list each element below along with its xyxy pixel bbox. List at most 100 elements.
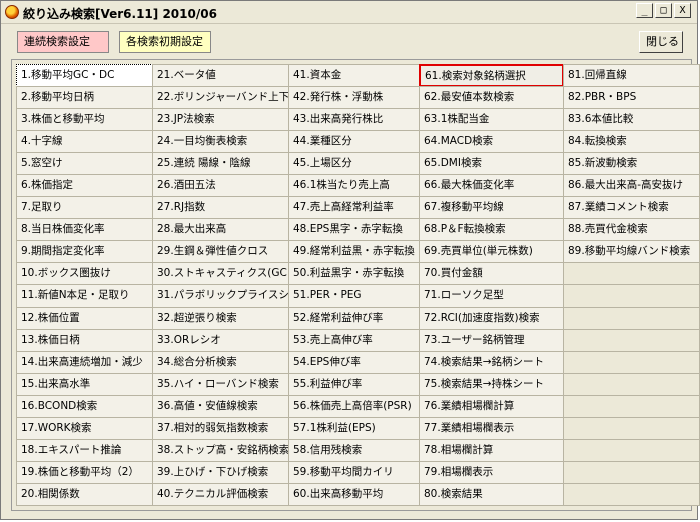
search-option[interactable]: 29.生鋼＆弾性値クロス [152,240,289,264]
search-option[interactable]: 70.買付金額 [419,262,564,286]
search-option[interactable]: 38.ストップ高・安銘柄検索 [152,438,289,462]
search-option[interactable]: 34.総合分析検索 [152,350,289,374]
search-option[interactable]: 79.相場欄表示 [419,460,564,484]
search-option[interactable]: 65.DMI検索 [419,152,564,176]
search-option[interactable]: 49.経常利益黒・赤字転換 [288,240,420,264]
search-option[interactable]: 58.信用残検索 [288,438,420,462]
search-option[interactable]: 64.MACD検索 [419,130,564,154]
search-option[interactable]: 88.売買代金検索 [563,218,700,242]
search-option[interactable]: 86.最大出来高-高安抜け [563,174,700,198]
search-option[interactable]: 85.新波動検索 [563,152,700,176]
window-title: 絞り込み検索[Ver6.11] 2010/06 [23,7,217,21]
search-option[interactable]: 52.経常利益伸び率 [288,306,420,330]
search-option[interactable]: 69.売買単位(単元株数) [419,240,564,264]
search-option[interactable]: 82.PBR・BPS [563,86,700,110]
search-option[interactable]: 89.移動平均線バンド検索 [563,240,700,264]
search-option[interactable]: 73.ユーザー銘柄管理 [419,328,564,352]
search-option[interactable]: 74.検索結果→銘柄シート [419,350,564,374]
search-option[interactable]: 77.業績相場欄表示 [419,416,564,440]
search-option[interactable]: 23.JP法検索 [152,108,289,132]
search-option[interactable]: 5.窓空け [16,152,153,176]
search-option[interactable]: 37.相対的弱気指数検索 [152,416,289,440]
search-option[interactable]: 48.EPS黒字・赤字転換 [288,218,420,242]
search-option[interactable]: 10.ボックス圏抜け [16,262,153,286]
search-option-selected[interactable]: 1.移動平均GC・DC [16,64,153,88]
search-option[interactable]: 66.最大株価変化率 [419,174,564,198]
search-option[interactable]: 25.連続 陽線・陰線 [152,152,289,176]
search-option[interactable]: 7.足取り [16,196,153,220]
search-option[interactable]: 12.株価位置 [16,306,153,330]
search-option-highlighted[interactable]: 61.検索対象銘柄選択 [419,64,564,88]
search-menu-panel: 1.移動平均GC・DC 2.移動平均日柄 3.株価と移動平均 4.十字線 5.窓空け 6.… [11,59,700,511]
search-option[interactable]: 24.一目均衡表検索 [152,130,289,154]
close-button[interactable]: 閉じる [639,31,683,53]
search-option[interactable]: 27.RJ指数 [152,196,289,220]
search-option[interactable]: 28.最大出来高 [152,218,289,242]
search-option[interactable]: 43.出来高発行株比 [288,108,420,132]
title-bar[interactable]: 絞り込み検索[Ver6.11] 2010/06 _ □ X [1,1,697,24]
search-option[interactable]: 35.ハイ・ローバンド検索 [152,372,289,396]
search-option[interactable]: 54.EPS伸び率 [288,350,420,374]
search-option[interactable]: 17.WORK検索 [16,416,153,440]
search-option[interactable]: 40.テクニカル評価検索 [152,482,289,506]
search-option[interactable]: 9.期間指定変化率 [16,240,153,264]
search-option[interactable]: 15.出来高水準 [16,372,153,396]
search-option[interactable]: 59.移動平均間カイリ [288,460,420,484]
search-option[interactable]: 45.上場区分 [288,152,420,176]
search-option[interactable]: 47.売上高経常利益率 [288,196,420,220]
search-option[interactable]: 53.売上高伸び率 [288,328,420,352]
search-option[interactable]: 2.移動平均日柄 [16,86,153,110]
search-option[interactable]: 50.利益黒字・赤字転換 [288,262,420,286]
search-option[interactable]: 36.高値・安値線検索 [152,394,289,418]
search-option[interactable]: 75.検索結果→持株シート [419,372,564,396]
search-option[interactable]: 68.P＆F転換検索 [419,218,564,242]
close-window-button[interactable]: X [674,3,691,18]
search-option[interactable]: 63.1株配当金 [419,108,564,132]
continuous-search-settings-button[interactable]: 連続検索設定 [17,31,109,53]
search-option[interactable]: 33.ORレシオ [152,328,289,352]
search-option[interactable]: 62.最安値本数検索 [419,86,564,110]
search-option[interactable]: 6.株価指定 [16,174,153,198]
search-option[interactable]: 80.検索結果 [419,482,564,506]
search-option[interactable]: 39.上ひげ・下ひげ検索 [152,460,289,484]
search-option[interactable]: 26.酒田五法 [152,174,289,198]
search-option[interactable]: 31.パラボリックプライスシステム [152,284,289,308]
search-option[interactable]: 11.新値N本足・足取り [16,284,153,308]
search-option[interactable]: 83.6本値比較 [563,108,700,132]
search-option[interactable]: 44.業種区分 [288,130,420,154]
search-option[interactable]: 76.業績相場欄計算 [419,394,564,418]
search-option[interactable]: 72.RCI(加速度指数)検索 [419,306,564,330]
maximize-button[interactable]: □ [655,3,672,18]
search-option[interactable]: 51.PER・PEG [288,284,420,308]
search-option[interactable]: 4.十字線 [16,130,153,154]
search-option[interactable]: 8.当日株価変化率 [16,218,153,242]
search-option[interactable]: 3.株価と移動平均 [16,108,153,132]
search-option[interactable]: 71.ローソク足型 [419,284,564,308]
empty-cell [563,416,700,440]
search-option[interactable]: 42.発行株・浮動株 [288,86,420,110]
app-icon[interactable] [5,5,19,19]
search-option[interactable]: 32.超逆張り検索 [152,306,289,330]
search-option[interactable]: 14.出来高連続増加・減少 [16,350,153,374]
search-option[interactable]: 19.株価と移動平均（2） [16,460,153,484]
search-option[interactable]: 87.業績コメント検索 [563,196,700,220]
reset-search-settings-button[interactable]: 各検索初期設定 [119,31,211,53]
search-option[interactable]: 16.BCOND検索 [16,394,153,418]
search-option[interactable]: 18.エキスパート推論 [16,438,153,462]
search-option[interactable]: 46.1株当たり売上高 [288,174,420,198]
search-option[interactable]: 56.株価売上高倍率(PSR) [288,394,420,418]
search-option[interactable]: 22.ボリンジャーバンド上下抜 [152,86,289,110]
minimize-button[interactable]: _ [636,3,653,18]
search-option[interactable]: 81.回帰直線 [563,64,700,88]
search-option[interactable]: 57.1株利益(EPS) [288,416,420,440]
search-option[interactable]: 55.利益伸び率 [288,372,420,396]
search-option[interactable]: 21.ベータ値 [152,64,289,88]
search-option[interactable]: 60.出来高移動平均 [288,482,420,506]
search-option[interactable]: 84.転換検索 [563,130,700,154]
search-option[interactable]: 30.ストキャスティクス(GC・DC) [152,262,289,286]
search-option[interactable]: 20.相関係数 [16,482,153,506]
search-option[interactable]: 13.株価日柄 [16,328,153,352]
search-option[interactable]: 78.相場欄計算 [419,438,564,462]
search-option[interactable]: 41.資本金 [288,64,420,88]
search-option[interactable]: 67.複移動平均線 [419,196,564,220]
